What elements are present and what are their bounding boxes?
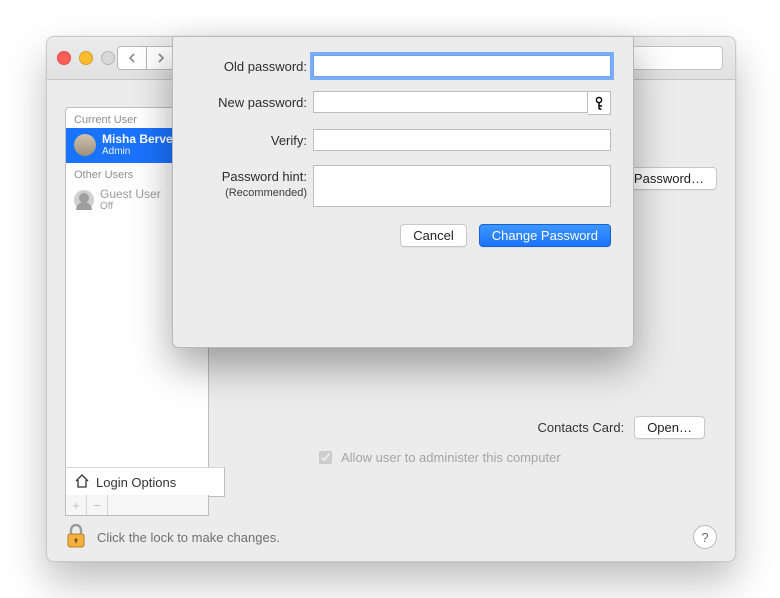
old-password-label: Old password: xyxy=(195,55,313,74)
user-name: Misha Berve xyxy=(102,132,173,146)
change-password-button[interactable]: Password… xyxy=(621,167,717,190)
add-user-button[interactable]: + xyxy=(66,495,87,515)
login-options-label: Login Options xyxy=(96,475,176,490)
change-password-submit[interactable]: Change Password xyxy=(479,224,611,247)
user-role: Admin xyxy=(102,146,173,157)
verify-password-input[interactable] xyxy=(313,129,611,151)
password-hint-input[interactable] xyxy=(313,165,611,207)
verify-label: Verify: xyxy=(195,129,313,148)
guest-avatar-icon xyxy=(74,190,94,210)
help-button[interactable]: ? xyxy=(693,525,717,549)
guest-name: Guest User xyxy=(100,187,161,201)
lock-text: Click the lock to make changes. xyxy=(97,530,280,545)
allow-admin-row: Allow user to administer this computer xyxy=(315,448,717,467)
old-password-input[interactable] xyxy=(313,55,611,77)
change-password-sheet: Old password: New password: Verify: Pass… xyxy=(172,36,634,348)
new-password-label: New password: xyxy=(195,91,313,110)
login-options-row[interactable]: Login Options xyxy=(65,467,225,497)
allow-admin-checkbox[interactable] xyxy=(319,451,332,464)
guest-status: Off xyxy=(100,201,161,212)
allow-admin-label: Allow user to administer this computer xyxy=(341,450,561,465)
footer: Click the lock to make changes. xyxy=(47,513,735,561)
lock-icon[interactable] xyxy=(65,523,87,552)
key-icon xyxy=(594,96,604,110)
password-assistant-button[interactable] xyxy=(588,91,611,115)
remove-user-button[interactable]: − xyxy=(87,495,108,515)
open-contacts-button[interactable]: Open… xyxy=(634,416,705,439)
avatar xyxy=(74,134,96,156)
hint-label: Password hint: (Recommended) xyxy=(195,165,313,199)
contacts-label: Contacts Card: xyxy=(537,420,624,435)
contacts-row: Contacts Card: Open… xyxy=(537,416,705,439)
home-icon xyxy=(74,473,90,492)
new-password-input[interactable] xyxy=(313,91,588,113)
cancel-button[interactable]: Cancel xyxy=(400,224,466,247)
